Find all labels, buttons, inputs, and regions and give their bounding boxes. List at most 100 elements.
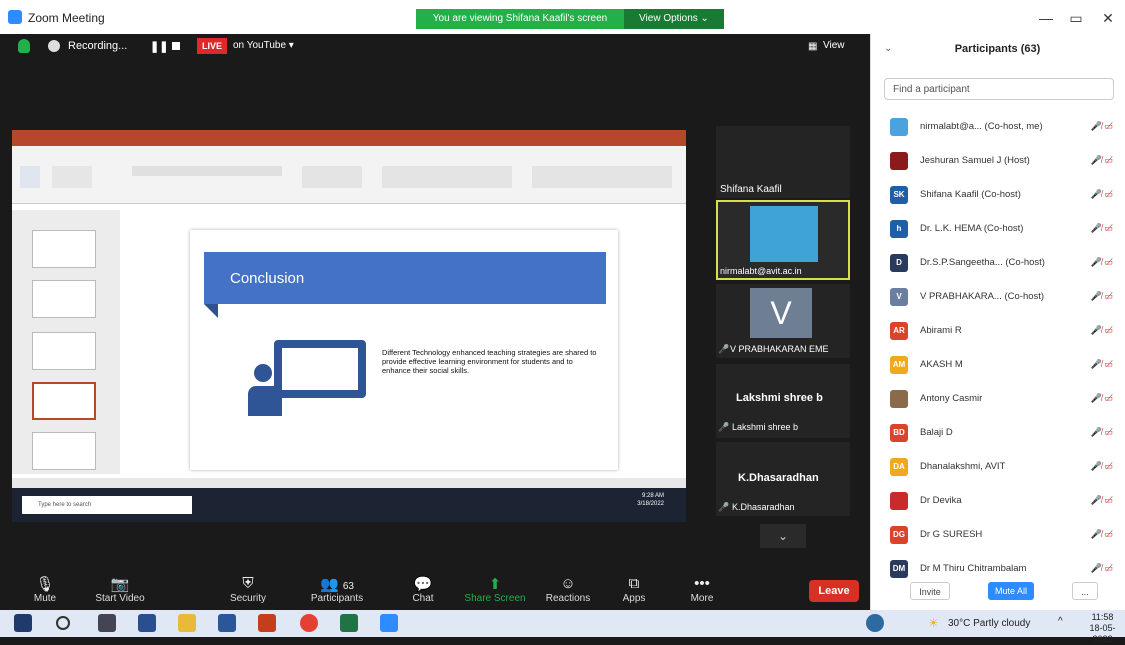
participants-button[interactable]: 👥 63 Participants	[302, 575, 372, 604]
minimize-button[interactable]: —	[1033, 6, 1059, 30]
recording-icon	[48, 40, 60, 52]
muted-mic-and-video-off-icon: 🎤̸ ▭̸	[1090, 121, 1113, 131]
participant-row[interactable]: DA Dhanalakshmi, AVIT 🎤̸ ▭̸	[870, 450, 1125, 484]
viewing-banner: You are viewing Shifana Kaafil's screen	[416, 9, 624, 29]
share-screen-button[interactable]: ⬆ Share Screen	[462, 575, 528, 604]
shared-time: 9:28 AM	[641, 493, 664, 499]
windows-start-icon[interactable]	[14, 614, 32, 632]
participant-row[interactable]: AM AKASH M 🎤̸ ▭̸	[870, 348, 1125, 382]
avatar: SK	[890, 186, 908, 204]
muted-mic-and-video-off-icon: 🎤̸ ▭̸	[1090, 325, 1113, 335]
close-button[interactable]: ✕	[1095, 6, 1121, 30]
weather-app-icon[interactable]	[866, 614, 884, 632]
pause-recording-icon[interactable]: ❚❚	[150, 40, 168, 53]
participant-row[interactable]: Dr Devika 🎤̸ ▭̸	[870, 484, 1125, 518]
participant-row[interactable]: DM Dr M Thiru Chitrambalam 🎤̸ ▭̸	[870, 552, 1125, 586]
smiley-icon: ☺	[560, 575, 576, 592]
participant-name: AKASH M	[920, 359, 963, 370]
clock-date: 18-05-2022	[1089, 623, 1116, 644]
slide-body: Different Technology enhanced teaching s…	[382, 348, 597, 375]
ppt-statusbar	[12, 478, 686, 488]
chat-icon: 💬	[413, 576, 433, 593]
avatar	[890, 152, 908, 170]
participant-row[interactable]: V V PRABHAKARA... (Co-host) 🎤̸ ▭̸	[870, 280, 1125, 314]
muted-icon: 🎤	[718, 422, 730, 432]
task-view-icon[interactable]	[98, 614, 116, 632]
participant-name: Shifana Kaafil (Co-host)	[920, 189, 1021, 200]
video-tile[interactable]: K.Dhasaradhan 🎤 K.Dhasaradhan	[716, 442, 850, 516]
view-options-button[interactable]: View Options ⌄	[624, 9, 724, 29]
mute-button[interactable]: 🎙 Mute	[17, 575, 73, 604]
live-destination[interactable]: on YouTube ▾	[233, 40, 294, 51]
participant-name: Abirami R	[920, 325, 962, 336]
slide-title: Conclusion	[230, 270, 305, 287]
find-participant-input[interactable]: Find a participant	[884, 78, 1114, 100]
grid-icon: ▦	[808, 41, 818, 52]
shield-icon[interactable]	[18, 39, 30, 53]
restore-button[interactable]: ▭	[1063, 6, 1089, 30]
powerpoint-icon[interactable]	[258, 614, 276, 632]
security-button[interactable]: ⛨ Security	[220, 575, 276, 604]
ribbon-tabs	[12, 146, 686, 158]
avatar: V	[890, 288, 908, 306]
mute-all-button[interactable]: Mute All	[988, 582, 1034, 600]
participant-row[interactable]: Jeshuran Samuel J (Host) 🎤̸ ▭̸	[870, 144, 1125, 178]
video-tile[interactable]: V 🎤 V PRABHAKARAN EME	[716, 284, 850, 358]
participant-row[interactable]: Antony Casmir 🎤̸ ▭̸	[870, 382, 1125, 416]
search-icon[interactable]	[56, 616, 70, 630]
clock[interactable]: 11:58 18-05-2022	[1080, 612, 1125, 645]
chrome-icon[interactable]	[300, 614, 318, 632]
participant-row[interactable]: SK Shifana Kaafil (Co-host) 🎤̸ ▭̸	[870, 178, 1125, 212]
video-tile-active[interactable]: nirmalabt@avit.ac.in	[716, 200, 850, 280]
apps-icon: ⧉	[628, 575, 640, 592]
avatar: h	[890, 220, 908, 238]
chat-button[interactable]: 💬 Chat	[395, 575, 451, 604]
participant-name: Jeshuran Samuel J (Host)	[920, 155, 1030, 166]
avatar: D	[890, 254, 908, 272]
weather-text[interactable]: 30°C Partly cloudy	[948, 618, 1030, 629]
video-tile[interactable]: Lakshmi shree b 🎤 Lakshmi shree b	[716, 364, 850, 438]
invite-button[interactable]: Invite	[910, 582, 950, 600]
slide: Conclusion Different Technology enhanced…	[190, 230, 618, 470]
start-video-button[interactable]: 📷 Start Video	[92, 575, 148, 604]
weather-icon: ☀	[928, 616, 939, 630]
tile-name: Lakshmi shree b	[732, 422, 799, 432]
video-tile[interactable]: Shifana Kaafil	[716, 126, 850, 198]
zoom-icon[interactable]	[380, 614, 398, 632]
stop-recording-icon[interactable]	[172, 42, 180, 50]
participant-name: Dr.S.P.Sangeetha... (Co-host)	[920, 257, 1045, 268]
avatar: DA	[890, 458, 908, 476]
muted-mic-and-video-off-icon: 🎤̸ ▭̸	[1090, 291, 1113, 301]
word-icon[interactable]	[218, 614, 236, 632]
avatar	[750, 206, 818, 262]
participant-row[interactable]: nirmalabt@a... (Co-host, me) 🎤̸ ▭̸	[870, 110, 1125, 144]
panel-more-button[interactable]: ...	[1072, 582, 1098, 600]
tile-name: nirmalabt@avit.ac.in	[720, 266, 802, 276]
excel-icon[interactable]	[340, 614, 358, 632]
file-explorer-icon[interactable]	[178, 614, 196, 632]
tile-big-name: K.Dhasaradhan	[738, 472, 819, 484]
apps-button[interactable]: ⧉ Apps	[606, 575, 662, 604]
participant-name: Antony Casmir	[920, 393, 983, 404]
shared-search: Type here to search	[22, 496, 192, 514]
live-badge[interactable]: LIVE	[197, 38, 227, 54]
avatar: BD	[890, 424, 908, 442]
participant-row[interactable]: AR Abirami R 🎤̸ ▭̸	[870, 314, 1125, 348]
ribbon	[12, 158, 686, 204]
store-icon[interactable]	[138, 614, 156, 632]
view-button[interactable]: View	[823, 40, 845, 51]
muted-mic-and-video-off-icon: 🎤̸ ▭̸	[1090, 461, 1113, 471]
participant-row[interactable]: DG Dr G SURESH 🎤̸ ▭̸	[870, 518, 1125, 552]
chevron-down-icon[interactable]: ⌄	[760, 524, 806, 548]
leave-button[interactable]: Leave	[809, 580, 859, 602]
tray-chevron-icon[interactable]: ^	[1058, 616, 1063, 627]
participant-row[interactable]: BD Balaji D 🎤̸ ▭̸	[870, 416, 1125, 450]
avatar	[890, 390, 908, 408]
more-button[interactable]: ••• More	[674, 575, 730, 604]
reactions-button[interactable]: ☺ Reactions	[540, 575, 596, 604]
muted-mic-and-video-off-icon: 🎤̸ ▭̸	[1090, 563, 1113, 573]
participants-icon: 👥 63	[320, 576, 354, 593]
participant-row[interactable]: h Dr. L.K. HEMA (Co-host) 🎤̸ ▭̸	[870, 212, 1125, 246]
participant-row[interactable]: D Dr.S.P.Sangeetha... (Co-host) 🎤̸ ▭̸	[870, 246, 1125, 280]
presentation-icon	[274, 340, 366, 398]
